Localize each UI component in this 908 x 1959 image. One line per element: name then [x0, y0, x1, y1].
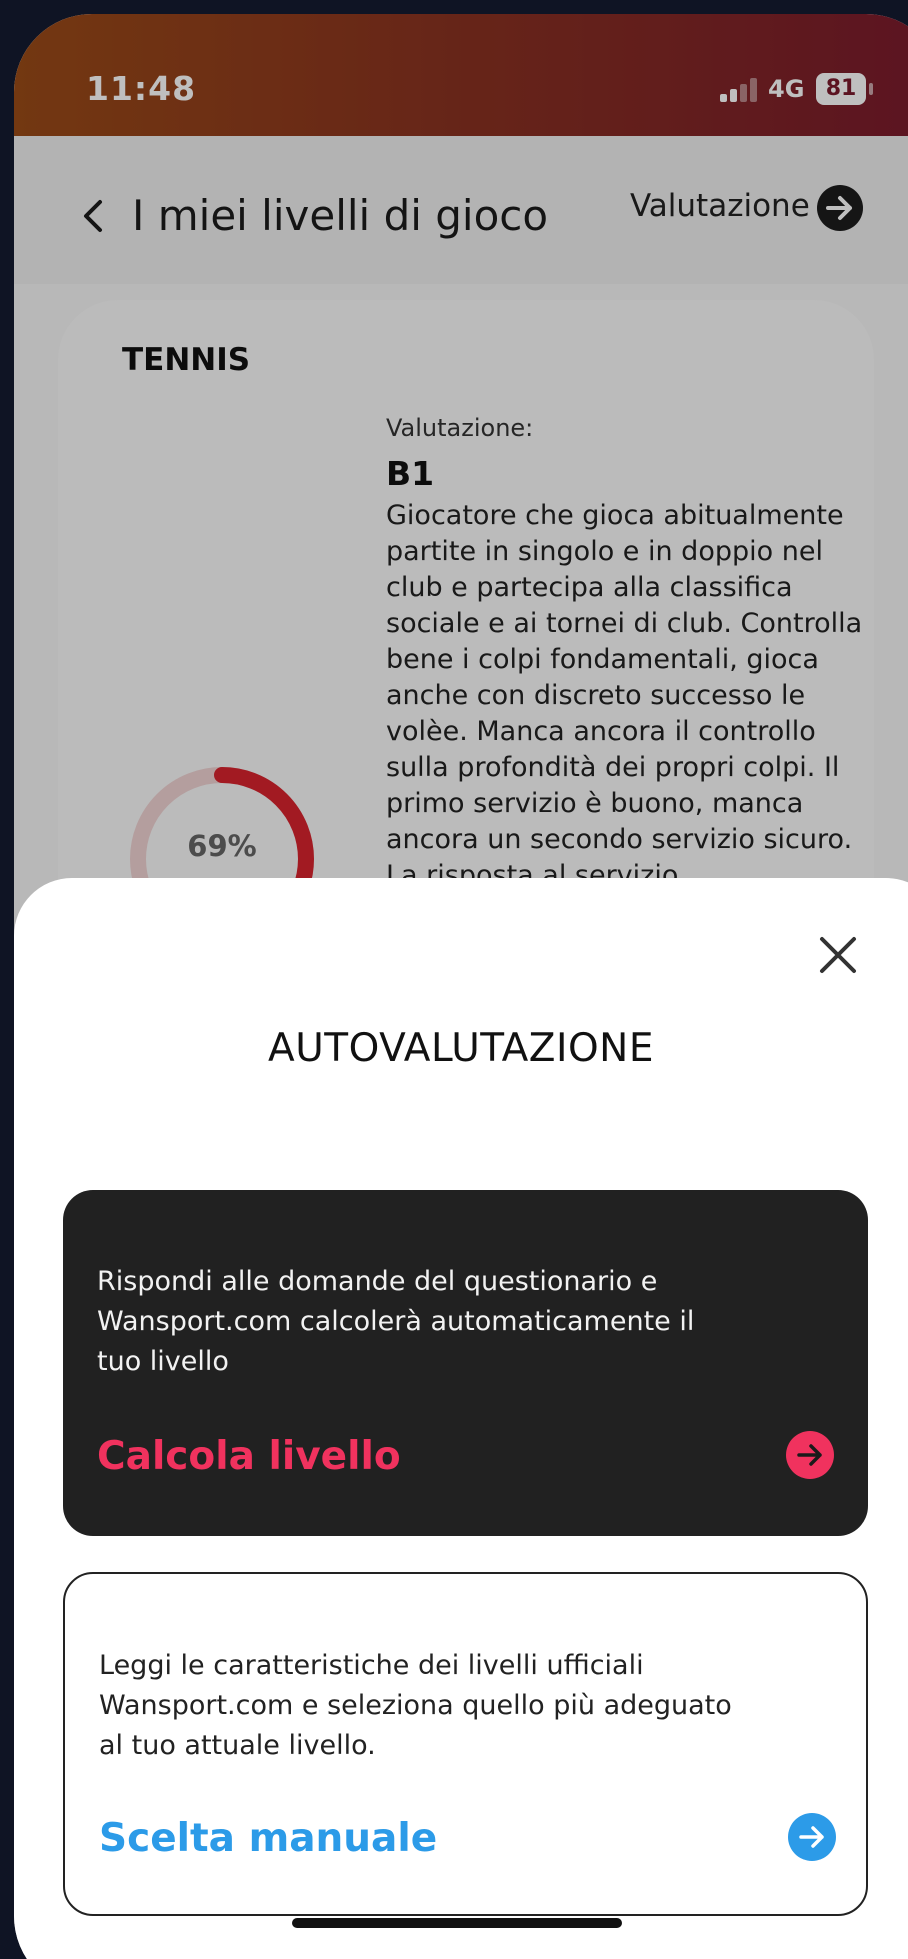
arrow-right-circle-icon[interactable]: [787, 1812, 837, 1862]
bottom-sheet: AUTOVALUTAZIONE Rispondi alle domande de…: [14, 878, 908, 1959]
calculate-level-card[interactable]: Rispondi alle domande del questionario e…: [63, 1190, 868, 1536]
close-icon[interactable]: [818, 935, 858, 975]
manual-choice-button[interactable]: Scelta manuale: [99, 1816, 437, 1861]
calculate-level-button[interactable]: Calcola livello: [97, 1434, 401, 1479]
manual-choice-description: Leggi le caratteristiche dei livelli uff…: [99, 1650, 732, 1761]
arrow-right-circle-icon[interactable]: [785, 1430, 835, 1480]
calculate-level-description: Rispondi alle domande del questionario e…: [97, 1266, 695, 1377]
home-indicator[interactable]: [292, 1918, 622, 1928]
sheet-title: AUTOVALUTAZIONE: [268, 1026, 654, 1071]
manual-choice-card[interactable]: Leggi le caratteristiche dei livelli uff…: [63, 1572, 868, 1916]
phone-screen: 11:48 4G 81 I miei livelli di gioco Valu…: [14, 14, 908, 1959]
